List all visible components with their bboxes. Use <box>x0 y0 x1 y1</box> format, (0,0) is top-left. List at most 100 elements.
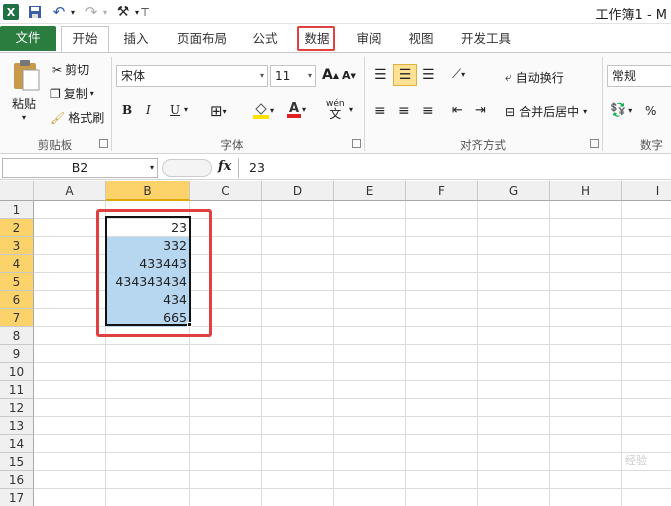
increase-indent-icon[interactable]: ⇥ <box>475 103 486 118</box>
alignment-launcher-icon[interactable] <box>590 139 599 148</box>
font-size-select[interactable]: 11 ▾ <box>270 65 316 87</box>
row-header[interactable]: 7 <box>0 309 34 327</box>
shrink-font-button[interactable]: A ▼ <box>342 69 356 82</box>
tab-view[interactable]: 视图 <box>402 27 440 51</box>
formula-bar-expand-handle[interactable] <box>162 159 212 177</box>
row-header[interactable]: 13 <box>0 417 34 435</box>
clipboard-launcher-icon[interactable] <box>99 139 108 148</box>
formula-input[interactable]: 23 <box>238 158 671 178</box>
copy-button[interactable]: ❐ 复制 ▾ <box>50 85 94 102</box>
ribbon: 粘贴 ▾ ✂ 剪切 ❐ 复制 ▾ 🖌 格式刷 剪贴板 宋体 ▾ 11 ▾ A ▲ A ▼ B I… <box>0 52 671 154</box>
column-header[interactable]: A <box>34 181 106 201</box>
row-header[interactable]: 17 <box>0 489 34 506</box>
column-header[interactable]: H <box>550 181 622 201</box>
font-family-select[interactable]: 宋体 ▾ <box>116 65 268 87</box>
alignment-group-label: 对齐方式 <box>460 138 506 152</box>
row-header[interactable]: 2 <box>0 219 34 237</box>
tab-review[interactable]: 审阅 <box>350 27 388 51</box>
bold-button[interactable]: B <box>122 103 132 117</box>
gridline <box>34 380 671 381</box>
row-header[interactable]: 4 <box>0 255 34 273</box>
save-icon[interactable] <box>26 3 44 21</box>
tab-file[interactable]: 文件 <box>0 26 56 51</box>
align-bottom-icon[interactable]: ☰ <box>422 67 435 83</box>
borders-icon[interactable]: ⊞ ▾ <box>210 102 227 120</box>
tab-formulas[interactable]: 公式 <box>245 27 285 51</box>
tab-home[interactable]: 开始 <box>61 26 109 52</box>
column-header[interactable]: C <box>190 181 262 201</box>
column-header[interactable]: F <box>406 181 478 201</box>
row-header[interactable]: 11 <box>0 381 34 399</box>
number-group-label: 数字 <box>640 138 663 152</box>
currency-icon[interactable]: 💱 ▾ <box>610 103 632 118</box>
tools-icon[interactable]: ⚒ <box>114 3 132 21</box>
gridline <box>549 201 550 506</box>
column-header[interactable]: G <box>478 181 550 201</box>
gridline <box>34 362 671 363</box>
undo-icon[interactable]: ↶ <box>50 3 68 21</box>
separator <box>602 57 603 151</box>
formula-bar: B2 ▾ fx 23 <box>0 156 671 180</box>
name-box[interactable]: B2 ▾ <box>2 158 158 178</box>
fill-color-icon[interactable]: ▾ <box>252 101 274 119</box>
column-header[interactable]: D <box>262 181 334 201</box>
row-header[interactable]: 16 <box>0 471 34 489</box>
select-all-corner[interactable] <box>0 181 34 201</box>
orientation-icon[interactable]: ⟋ ▾ <box>452 67 465 82</box>
font-color-icon[interactable]: A ▾ <box>286 100 306 118</box>
gridline <box>34 470 671 471</box>
grow-font-button[interactable]: A ▲ <box>322 67 339 83</box>
window-title: 工作簿1 - M <box>595 8 667 23</box>
row-header[interactable]: 9 <box>0 345 34 363</box>
undo-dropdown-icon[interactable]: ▾ <box>68 3 78 21</box>
gridline <box>34 398 671 399</box>
scissors-icon: ✂ <box>52 62 63 77</box>
row-header[interactable]: 8 <box>0 327 34 345</box>
align-left-icon[interactable]: ≡ <box>374 103 386 119</box>
row-header[interactable]: 14 <box>0 435 34 453</box>
paste-button[interactable]: 粘贴 <box>12 95 36 112</box>
cut-button[interactable]: ✂ 剪切 <box>52 61 89 78</box>
insert-function-icon[interactable]: fx <box>218 159 231 174</box>
row-header[interactable]: 3 <box>0 237 34 255</box>
column-header[interactable]: E <box>334 181 406 201</box>
excel-app-icon[interactable]: X <box>3 4 19 20</box>
paste-dropdown-icon[interactable]: ▾ <box>22 113 26 122</box>
underline-dropdown-icon[interactable]: ▾ <box>184 105 188 114</box>
row-header[interactable]: 10 <box>0 363 34 381</box>
merge-center-button[interactable]: ⊟ 合并后居中 ▾ <box>505 103 587 120</box>
row-header[interactable]: 15 <box>0 453 34 471</box>
align-middle-icon[interactable]: ☰ <box>393 64 417 86</box>
redo-icon[interactable]: ↷ <box>82 3 100 21</box>
align-right-icon[interactable]: ≡ <box>422 103 434 119</box>
copy-icon: ❐ <box>50 86 61 101</box>
tab-developer[interactable]: 开发工具 <box>456 27 516 51</box>
decrease-indent-icon[interactable]: ⇤ <box>452 103 463 118</box>
format-painter-button[interactable]: 🖌 格式刷 <box>50 109 104 126</box>
italic-button[interactable]: I <box>146 103 151 117</box>
row-header[interactable]: 6 <box>0 291 34 309</box>
gridline <box>477 201 478 506</box>
data-tab-highlight <box>297 26 335 51</box>
phonetic-guide-button[interactable]: wén 文 <box>326 99 345 120</box>
align-center-icon[interactable]: ≡ <box>398 103 410 119</box>
align-top-icon[interactable]: ☰ <box>374 67 387 83</box>
number-format-select[interactable]: 常规 <box>607 65 671 87</box>
row-header[interactable]: 12 <box>0 399 34 417</box>
row-header[interactable]: 5 <box>0 273 34 291</box>
tab-insert[interactable]: 插入 <box>116 27 156 51</box>
column-header[interactable]: B <box>106 181 190 201</box>
percent-button[interactable]: % <box>645 104 656 118</box>
customize-qa-icon[interactable]: ⊤ <box>140 3 150 21</box>
underline-button[interactable]: U <box>170 103 180 117</box>
paste-icon[interactable] <box>8 57 44 93</box>
font-launcher-icon[interactable] <box>352 139 361 148</box>
phonetic-dropdown-icon[interactable]: ▾ <box>349 105 353 114</box>
column-header[interactable]: I <box>622 181 671 201</box>
redo-dropdown-icon[interactable]: ▾ <box>100 3 110 21</box>
gridline <box>333 201 334 506</box>
row-header[interactable]: 1 <box>0 201 34 219</box>
tab-page-layout[interactable]: 页面布局 <box>172 27 232 51</box>
wrap-text-button[interactable]: ⤶ 自动换行 <box>505 69 564 86</box>
svg-text:A: A <box>289 101 299 116</box>
